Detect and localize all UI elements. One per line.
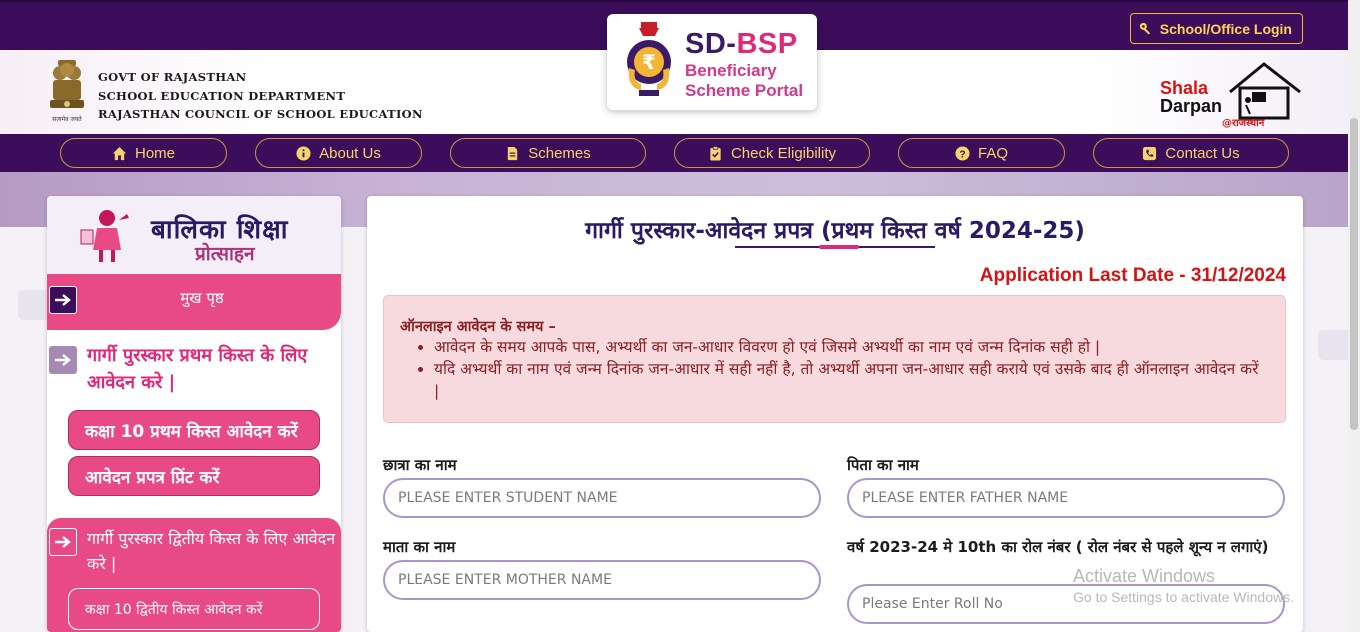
activate-windows-watermark: Activate Windows Go to Settings to activ… bbox=[1073, 566, 1294, 605]
father-name-label: पिता का नाम bbox=[847, 456, 919, 474]
shala-darpan-logo[interactable]: Shala Darpan @राजस्थान bbox=[1160, 58, 1304, 129]
nav-faq-label: FAQ bbox=[977, 144, 1008, 162]
alert-item-2: यदि अभ्यर्थी का नाम एवं जन्म दिनांक जन-आ… bbox=[434, 358, 1264, 402]
logo-sub-line1: Beneficiary bbox=[685, 61, 777, 80]
govt-line-3: RAJASTHAN COUNCIL OF SCHOOL EDUCATION bbox=[98, 107, 423, 121]
watermark-line2: Go to Settings to activate Windows. bbox=[1073, 589, 1294, 605]
logo-title-bsp: BSP bbox=[736, 28, 798, 60]
nav-home[interactable]: Home bbox=[60, 138, 227, 168]
sidebar-home-link[interactable]: मुख पृष्ठ bbox=[47, 274, 341, 330]
clipboard-check-icon bbox=[710, 145, 721, 161]
apply-class10-first-installment-button[interactable]: कक्षा 10 प्रथम किस्त आवेदन करें bbox=[68, 410, 320, 450]
main-nav: Home About Us Schemes Check Eligibility … bbox=[0, 134, 1360, 172]
sidebar-header: बालिका शिक्षा प्रोत्साहन bbox=[47, 196, 341, 274]
nav-schemes[interactable]: Schemes bbox=[450, 138, 646, 168]
sidebar-section-first-installment: गार्गी पुरस्कार प्रथम किस्त के लिए आवेदन… bbox=[47, 330, 341, 518]
nav-home-label: Home bbox=[134, 144, 175, 162]
page-scrollbar[interactable] bbox=[1348, 0, 1360, 632]
sidebar-home-label: मुख पृष्ठ bbox=[180, 289, 224, 307]
application-last-date: Application Last Date - 31/12/2024 bbox=[979, 265, 1286, 286]
govt-line-2: SCHOOL EDUCATION DEPARTMENT bbox=[98, 88, 346, 103]
nav-about-us[interactable]: About Us bbox=[255, 138, 422, 168]
phone-icon bbox=[1143, 146, 1157, 160]
rupee-coin-icon: ₹ bbox=[627, 22, 671, 96]
svg-text:₹: ₹ bbox=[642, 50, 656, 74]
alert-heading: ऑनलाइन आवेदन के समय – bbox=[400, 319, 556, 335]
nav-contact-label: Contact Us bbox=[1165, 144, 1240, 162]
shala-line3: @राजस्थान bbox=[1222, 118, 1265, 129]
info-icon bbox=[296, 145, 311, 161]
home-icon bbox=[112, 146, 127, 160]
document-icon bbox=[508, 146, 518, 160]
school-office-login-button[interactable]: School/Office Login bbox=[1129, 13, 1303, 44]
logo-sub-line2: Scheme Portal bbox=[685, 81, 804, 100]
ashoka-emblem-icon: सत्यमेव जयते bbox=[50, 60, 84, 123]
student-name-input[interactable] bbox=[383, 478, 821, 518]
svg-text:सत्यमेव जयते: सत्यमेव जयते bbox=[52, 115, 82, 123]
sd-bsp-logo-card[interactable]: ₹ SD-BSP Beneficiary Scheme Portal bbox=[607, 14, 817, 110]
arrow-right-icon bbox=[49, 528, 77, 556]
nav-contact-us[interactable]: Contact Us bbox=[1093, 138, 1289, 168]
roll-number-label: वर्ष 2023-24 मे 10th का रोल नंबर ( रोल न… bbox=[847, 538, 1269, 556]
question-icon: ? bbox=[955, 145, 970, 161]
form-title: गार्गी पुरस्कार-आवेदन प्रपत्र (प्रथम किस… bbox=[585, 218, 1085, 244]
govt-line-1: GOVT OF RAJASTHAN bbox=[98, 70, 247, 84]
nav-about-label: About Us bbox=[319, 144, 381, 162]
nav-eligibility-label: Check Eligibility bbox=[730, 144, 837, 162]
arrow-right-icon bbox=[49, 346, 77, 374]
svg-text:?: ? bbox=[959, 149, 965, 160]
login-label: School/Office Login bbox=[1159, 20, 1292, 37]
print-application-button[interactable]: आवेदन प्रपत्र प्रिंट करें bbox=[68, 456, 320, 496]
logo-title-sd: SD- bbox=[685, 28, 737, 60]
key-icon bbox=[1139, 22, 1150, 35]
sidebar-section1-title: गार्गी पुरस्कार प्रथम किस्त के लिए आवेदन… bbox=[87, 345, 308, 393]
instructions-alert: ऑनलाइन आवेदन के समय – आवेदन के समय आपके … bbox=[383, 295, 1286, 423]
sidebar-section-second-installment: गार्गी पुरस्कार द्वितीय किस्त के लिए आवे… bbox=[47, 518, 341, 632]
scrollbar-thumb[interactable] bbox=[1350, 118, 1358, 430]
alert-item-1: आवेदन के समय आपके पास, अभ्यर्थी का जन-आध… bbox=[434, 336, 1264, 358]
girl-student-icon bbox=[80, 210, 129, 262]
sidebar: बालिका शिक्षा प्रोत्साहन मुख पृष्ठ गार्ग… bbox=[47, 196, 341, 632]
shala-line2: Darpan bbox=[1160, 96, 1223, 116]
nav-faq[interactable]: ? FAQ bbox=[898, 138, 1065, 168]
mother-name-label: माता का नाम bbox=[383, 538, 456, 556]
govt-text-block: GOVT OF RAJASTHAN SCHOOL EDUCATION DEPAR… bbox=[98, 68, 423, 124]
father-name-input[interactable] bbox=[847, 478, 1285, 518]
title-underline bbox=[735, 245, 935, 249]
shala-line1: Shala bbox=[1160, 78, 1209, 98]
mother-name-input[interactable] bbox=[383, 560, 821, 600]
sidebar-subtitle: प्रोत्साहन bbox=[195, 243, 255, 265]
nav-schemes-label: Schemes bbox=[528, 144, 591, 162]
nav-check-eligibility[interactable]: Check Eligibility bbox=[674, 138, 870, 168]
sidebar-section2-title: गार्गी पुरस्कार द्वितीय किस्त के लिए आवे… bbox=[87, 529, 336, 573]
student-name-label: छात्रा का नाम bbox=[383, 456, 457, 474]
watermark-line1: Activate Windows bbox=[1073, 566, 1216, 586]
apply-class10-second-installment-button[interactable]: कक्षा 10 द्वितीय किस्त आवेदन करें bbox=[68, 588, 320, 630]
